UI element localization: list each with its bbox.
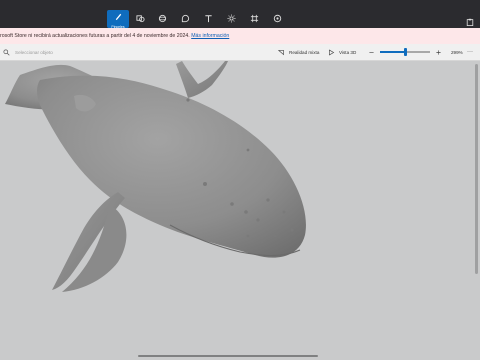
top-toolbar: Pinceles bbox=[0, 0, 480, 29]
3d-shape-icon bbox=[158, 14, 166, 22]
3d-shapes-tool[interactable] bbox=[154, 10, 170, 26]
brushes-tool[interactable]: Pinceles bbox=[107, 10, 129, 29]
canvas-3d[interactable] bbox=[0, 61, 480, 360]
zoom-out-button[interactable] bbox=[368, 44, 375, 60]
horizontal-scrollbar[interactable] bbox=[138, 355, 318, 357]
3d-view-label: Vista 3D bbox=[339, 49, 357, 55]
3d-view-button[interactable]: Vista 3D bbox=[328, 44, 356, 60]
whale-3d-model[interactable] bbox=[0, 61, 480, 360]
minus-icon bbox=[369, 51, 374, 53]
zoom-percentage: 299% bbox=[451, 49, 463, 55]
banner-message: rosoft Store ni recibirá actualizaciones… bbox=[0, 28, 229, 44]
zoom-in-button[interactable] bbox=[435, 44, 442, 60]
text-icon bbox=[204, 14, 212, 22]
vertical-scrollbar[interactable] bbox=[475, 64, 478, 274]
plus-icon bbox=[436, 49, 441, 55]
3d-view-icon bbox=[329, 49, 335, 55]
2d-shapes-tool[interactable] bbox=[132, 10, 148, 26]
canvas-icon bbox=[250, 14, 258, 22]
3d-library-icon bbox=[273, 14, 281, 22]
mixed-reality-icon bbox=[278, 49, 284, 55]
3d-library-tool[interactable] bbox=[269, 10, 285, 26]
select-object-search[interactable]: Seleccionar objeto bbox=[3, 44, 53, 60]
shapes-icon bbox=[135, 14, 145, 22]
search-icon bbox=[3, 48, 10, 56]
sticker-icon bbox=[181, 14, 189, 22]
zoom-slider-thumb[interactable] bbox=[403, 48, 407, 56]
canvas-tool[interactable] bbox=[246, 10, 262, 26]
text-tool[interactable] bbox=[200, 10, 216, 26]
mixed-reality-button[interactable]: Realidad mixta bbox=[278, 44, 319, 60]
more-info-link[interactable]: Más información bbox=[191, 33, 229, 39]
clipboard-icon bbox=[466, 18, 474, 26]
mixed-reality-label: Realidad mixta bbox=[289, 49, 320, 55]
zoom-slider[interactable] bbox=[380, 48, 430, 56]
deprecation-banner: rosoft Store ni recibirá actualizaciones… bbox=[0, 28, 480, 44]
effects-tool[interactable] bbox=[223, 10, 239, 26]
stickers-tool[interactable] bbox=[177, 10, 193, 26]
banner-text: rosoft Store ni recibirá actualizaciones… bbox=[0, 33, 190, 39]
search-placeholder: Seleccionar objeto bbox=[15, 49, 53, 55]
sun-icon bbox=[226, 13, 236, 23]
paste-button[interactable] bbox=[466, 13, 474, 26]
zoom-slider-fill bbox=[380, 51, 405, 53]
more-options-button[interactable]: ··· bbox=[467, 44, 473, 60]
brush-icon bbox=[115, 13, 121, 21]
view-toolbar: Seleccionar objeto Realidad mixta Vista … bbox=[0, 44, 480, 61]
